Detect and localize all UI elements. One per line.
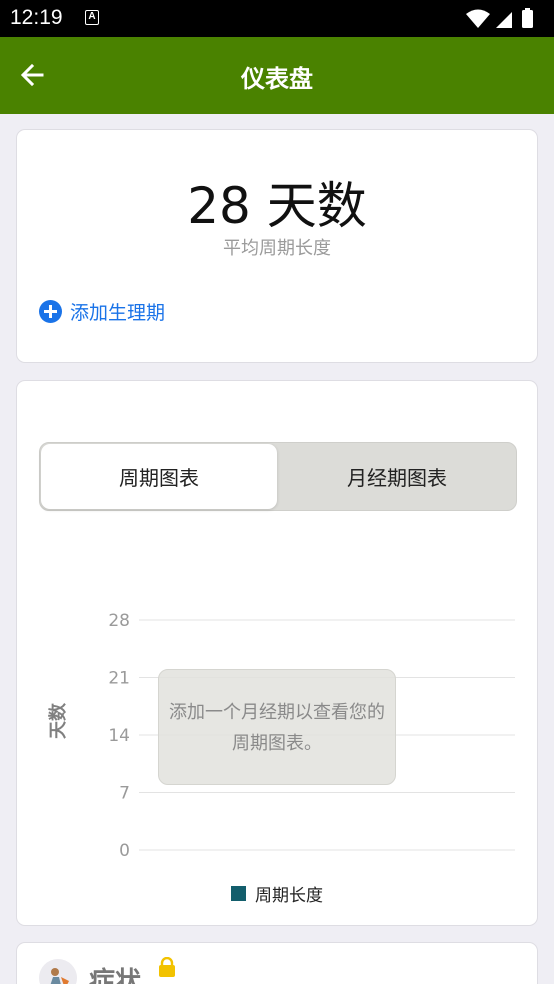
wifi-icon xyxy=(466,9,490,28)
y-tick-label: 0 xyxy=(119,841,130,861)
average-cycle-label: 平均周期长度 xyxy=(223,238,331,259)
y-axis-title: 天数 xyxy=(48,703,69,739)
tab-cycle-chart[interactable]: 周期图表 xyxy=(41,444,277,509)
symptoms-card[interactable]: 症状 xyxy=(16,942,538,984)
lock-icon xyxy=(159,957,175,977)
app-bar: 仪表盘 xyxy=(0,37,554,114)
y-tick-label: 28 xyxy=(108,611,130,631)
add-period-label: 添加生理期 xyxy=(70,302,166,324)
symptoms-title: 症状 xyxy=(89,967,142,984)
chart-legend: 周期长度 xyxy=(17,881,537,906)
y-tick-label: 7 xyxy=(119,784,130,804)
notification-icon: A xyxy=(85,10,99,25)
system-status-icons xyxy=(466,8,533,28)
legend-label: 周期长度 xyxy=(255,886,323,906)
empty-chart-message: 添加一个月经期以查看您的周期图表。 xyxy=(158,669,396,785)
add-period-button[interactable]: 添加生理期 xyxy=(39,298,165,325)
legend-swatch xyxy=(231,886,246,901)
chart-type-tabs: 周期图表 月经期图表 xyxy=(39,442,517,511)
status-bar: 12:19 A xyxy=(0,0,554,37)
tab-period-chart[interactable]: 月经期图表 xyxy=(278,443,516,510)
cycle-summary-card: 28 天数 平均周期长度 添加生理期 xyxy=(16,129,538,363)
y-tick-label: 21 xyxy=(108,669,130,689)
average-cycle-value: 28 天数 xyxy=(187,177,367,235)
symptoms-icon xyxy=(39,959,77,984)
y-tick-label: 14 xyxy=(108,726,130,746)
battery-icon xyxy=(522,10,533,28)
cycle-chart-card: 周期图表 月经期图表 0 7 14 21 28 天数 添加一个月经期以查看您的周期图表。… xyxy=(16,380,538,926)
status-time: 12:19 xyxy=(10,6,63,29)
signal-icon xyxy=(496,12,512,28)
page-title: 仪表盘 xyxy=(241,65,313,93)
add-circle-icon xyxy=(39,300,62,323)
